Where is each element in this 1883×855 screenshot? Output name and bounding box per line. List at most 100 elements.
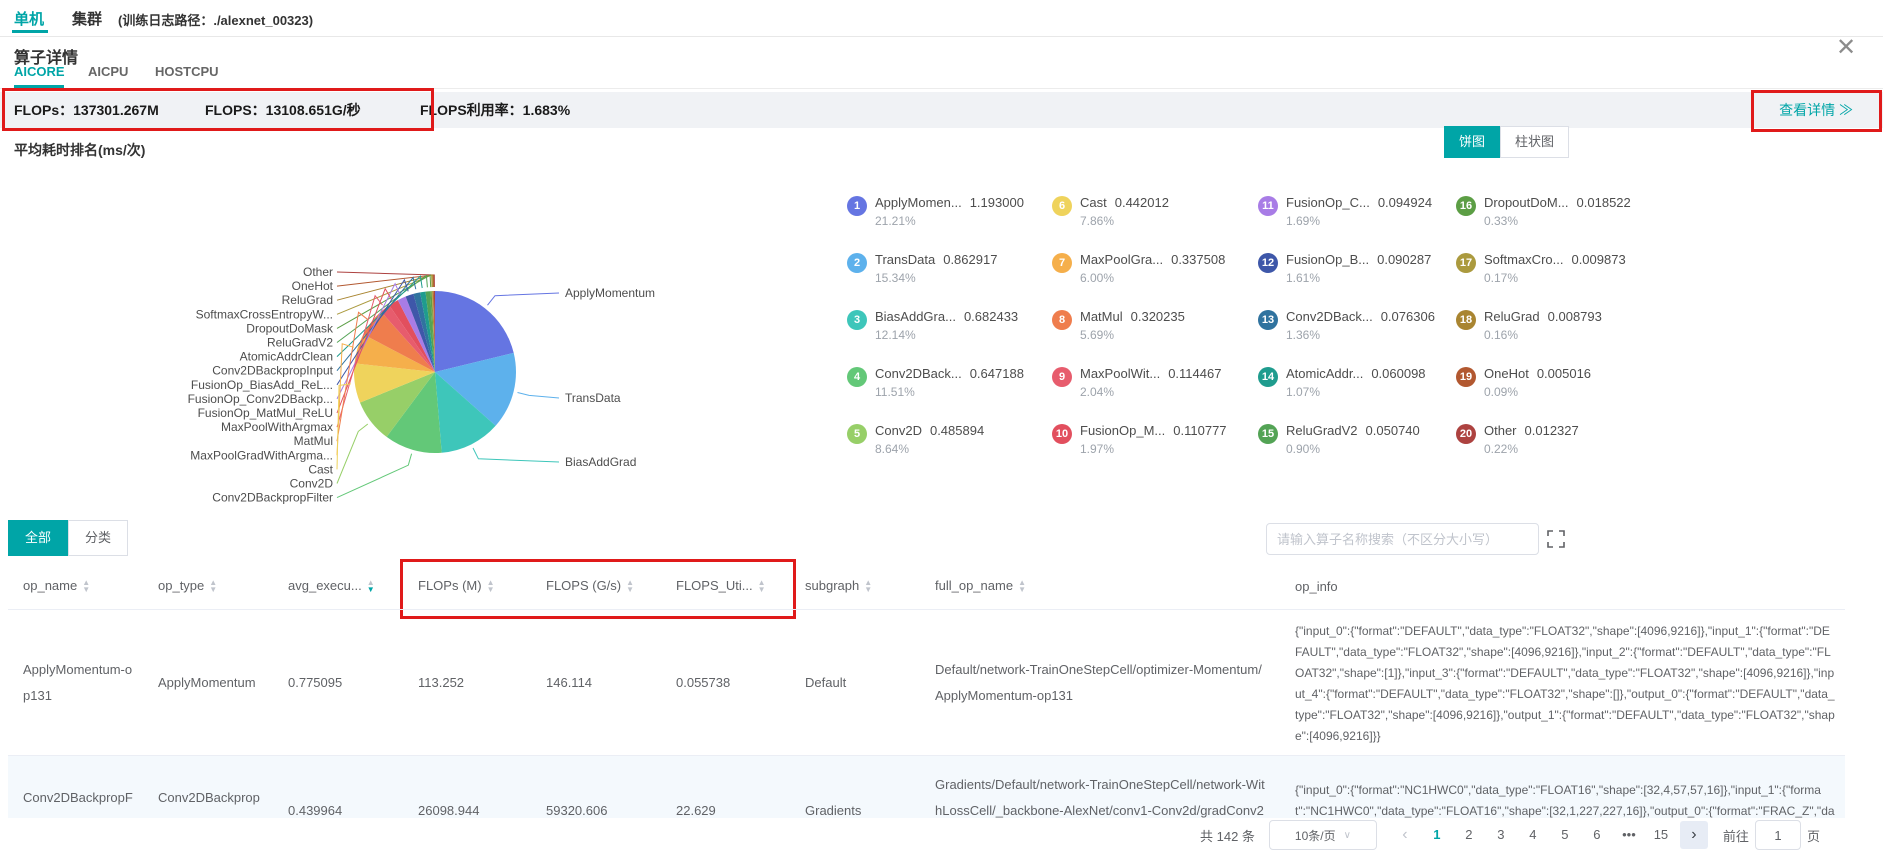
rank-name-value: ReluGrad0.008793 bbox=[1484, 309, 1656, 324]
sort-carets-icon[interactable]: ▲▼ bbox=[82, 580, 90, 594]
chart-title: 平均耗时排名(ms/次) bbox=[14, 140, 145, 160]
rank-item-6: 6Cast0.4420127.86% bbox=[1052, 195, 1252, 228]
page-button-1[interactable]: 1 bbox=[1424, 821, 1450, 849]
column-header-FLOPs (M)[interactable]: FLOPs (M)▲▼ bbox=[403, 563, 531, 610]
tab-aicpu-label: AICPU bbox=[88, 64, 128, 79]
operator-search bbox=[1266, 523, 1539, 555]
pie-chart-button[interactable]: 饼图 bbox=[1444, 126, 1500, 158]
rank-percent: 6.00% bbox=[1080, 271, 1252, 285]
filter-class-tab[interactable]: 分类 bbox=[68, 520, 128, 556]
more-pages-icon[interactable]: ••• bbox=[1616, 821, 1642, 849]
pie-label-line bbox=[488, 293, 560, 305]
prev-page-button[interactable]: ‹ bbox=[1392, 821, 1418, 849]
rank-badge-3: 3 bbox=[847, 310, 867, 330]
sort-carets-icon[interactable]: ▲▼ bbox=[758, 580, 766, 594]
flops-rate: FLOPS：13108.651G/秒 bbox=[205, 92, 361, 128]
page-button-6[interactable]: 6 bbox=[1584, 821, 1610, 849]
tab-cluster[interactable]: 集群 bbox=[72, 8, 102, 29]
column-header-op_type[interactable]: op_type▲▼ bbox=[143, 563, 273, 610]
rank-badge-2: 2 bbox=[847, 253, 867, 273]
rank-badge-7: 7 bbox=[1052, 253, 1072, 273]
rank-name-value: ApplyMomen...1.193000 bbox=[875, 195, 1047, 210]
rank-badge-6: 6 bbox=[1052, 196, 1072, 216]
cell-op_info: {"input_0":{"format":"NC1HWC0","data_typ… bbox=[1280, 756, 1845, 819]
pie-label-Conv2DBackpropInput: Conv2DBackpropInput bbox=[212, 364, 333, 378]
column-header-full_op_name[interactable]: full_op_name▲▼ bbox=[920, 563, 1280, 610]
page-button-4[interactable]: 4 bbox=[1520, 821, 1546, 849]
rank-percent: 5.69% bbox=[1080, 328, 1252, 342]
rank-badge-5: 5 bbox=[847, 424, 867, 444]
rank-item-10: 10FusionOp_M...0.1107771.97% bbox=[1052, 423, 1252, 456]
rank-badge-18: 18 bbox=[1456, 310, 1476, 330]
pie-label-BiasAddGrad: BiasAddGrad bbox=[565, 455, 636, 469]
avg-time-pie-chart: OtherOneHotReluGradSoftmaxCrossEntropyW.… bbox=[120, 235, 820, 535]
tab-aicore[interactable]: AICORE bbox=[14, 64, 65, 79]
table-body: ApplyMomentum-op131ApplyMomentum0.775095… bbox=[8, 610, 1845, 819]
rank-percent: 0.16% bbox=[1484, 328, 1656, 342]
pie-label-line bbox=[473, 448, 559, 462]
rank-percent: 15.34% bbox=[875, 271, 1047, 285]
chevron-down-icon: ∨ bbox=[1344, 830, 1351, 841]
rank-name-value: MaxPoolWit...0.114467 bbox=[1080, 366, 1252, 381]
page-size-select[interactable]: 10条/页 ∨ bbox=[1269, 820, 1377, 850]
training-log-path: (训练日志路径：./alexnet_00323) bbox=[118, 10, 313, 29]
column-header-avg_execu...[interactable]: avg_execu...▲▼ bbox=[273, 563, 403, 610]
sort-carets-icon[interactable]: ▲▼ bbox=[864, 580, 872, 594]
search-input[interactable] bbox=[1266, 523, 1539, 555]
view-details-link[interactable]: 查看详情 ≫ bbox=[1779, 92, 1853, 128]
column-header-FLOPS (G/s)[interactable]: FLOPS (G/s)▲▼ bbox=[531, 563, 661, 610]
sort-carets-icon[interactable]: ▲▼ bbox=[487, 580, 495, 594]
column-header-op_name[interactable]: op_name▲▼ bbox=[8, 563, 143, 610]
rank-badge-8: 8 bbox=[1052, 310, 1072, 330]
next-page-button[interactable]: › bbox=[1680, 821, 1708, 849]
pie-label-MaxPoolGradWithArgma...: MaxPoolGradWithArgma... bbox=[190, 448, 333, 462]
sort-carets-icon[interactable]: ▲▼ bbox=[209, 580, 217, 594]
page-number-list: ‹123456•••15› bbox=[1389, 821, 1711, 849]
page-button-15[interactable]: 15 bbox=[1648, 821, 1674, 849]
rank-percent: 12.14% bbox=[875, 328, 1047, 342]
rank-name-value: Conv2DBack...0.076306 bbox=[1286, 309, 1458, 324]
rank-item-12: 12FusionOp_B...0.0902871.61% bbox=[1258, 252, 1458, 285]
pie-label-DropoutDoMask: DropoutDoMask bbox=[246, 321, 334, 335]
tab-hostcpu[interactable]: HOSTCPU bbox=[155, 64, 219, 79]
sort-carets-icon[interactable]: ▲▼ bbox=[626, 580, 634, 594]
rank-name-value: DropoutDoM...0.018522 bbox=[1484, 195, 1656, 210]
pie-label-SoftmaxCrossEntropyW...: SoftmaxCrossEntropyW... bbox=[196, 307, 333, 321]
rank-percent: 2.04% bbox=[1080, 385, 1252, 399]
cell-FLOPs (M): 113.252 bbox=[403, 610, 531, 756]
rank-item-20: 20Other0.0123270.22% bbox=[1456, 423, 1656, 456]
table-header-row: op_name▲▼op_type▲▼avg_execu...▲▼FLOPs (M… bbox=[8, 563, 1845, 610]
tab-aicpu[interactable]: AICPU bbox=[88, 64, 128, 79]
page-unit-label: 页 bbox=[1807, 826, 1820, 845]
page-button-2[interactable]: 2 bbox=[1456, 821, 1482, 849]
close-icon[interactable]: ✕ bbox=[1836, 36, 1856, 60]
total-count: 共 142 条 bbox=[1200, 826, 1255, 845]
filter-all-tab[interactable]: 全部 bbox=[8, 520, 68, 556]
rank-item-1: 1ApplyMomen...1.19300021.21% bbox=[847, 195, 1047, 228]
column-header-subgraph[interactable]: subgraph▲▼ bbox=[790, 563, 920, 610]
pie-label-FusionOp_BiasAdd_ReL...: FusionOp_BiasAdd_ReL... bbox=[191, 378, 333, 392]
sort-carets-icon[interactable]: ▲▼ bbox=[1018, 580, 1026, 594]
tab-single-machine[interactable]: 单机 bbox=[14, 8, 44, 29]
rank-badge-1: 1 bbox=[847, 196, 867, 216]
goto-page-input[interactable] bbox=[1755, 820, 1801, 850]
page-button-3[interactable]: 3 bbox=[1488, 821, 1514, 849]
pie-label-FusionOp_MatMul_ReLU: FusionOp_MatMul_ReLU bbox=[198, 406, 333, 420]
sort-carets-icon[interactable]: ▲▼ bbox=[367, 580, 375, 594]
pie-label-Cast: Cast bbox=[308, 462, 333, 476]
rank-percent: 1.97% bbox=[1080, 442, 1252, 456]
fullscreen-icon[interactable] bbox=[1547, 530, 1565, 548]
column-header-FLOPS_Uti...[interactable]: FLOPS_Uti...▲▼ bbox=[661, 563, 790, 610]
rank-name-value: ReluGradV20.050740 bbox=[1286, 423, 1458, 438]
rank-percent: 0.09% bbox=[1484, 385, 1656, 399]
page-button-5[interactable]: 5 bbox=[1552, 821, 1578, 849]
rank-name-value: Cast0.442012 bbox=[1080, 195, 1252, 210]
rank-badge-12: 12 bbox=[1258, 253, 1278, 273]
pie-label-ReluGradV2: ReluGradV2 bbox=[267, 336, 333, 350]
top-tab-bar: 单机 集群 (训练日志路径：./alexnet_00323) bbox=[0, 0, 1883, 37]
rank-item-18: 18 ReluGrad0.008793 0.16% bbox=[1456, 309, 1656, 342]
cell-full_op_name: Default/network-TrainOneStepCell/optimiz… bbox=[920, 610, 1280, 756]
cell-subgraph: Gradients bbox=[790, 756, 920, 819]
bar-chart-button[interactable]: 柱状图 bbox=[1500, 126, 1569, 158]
cell-avg_execu...: 0.439964 bbox=[273, 756, 403, 819]
